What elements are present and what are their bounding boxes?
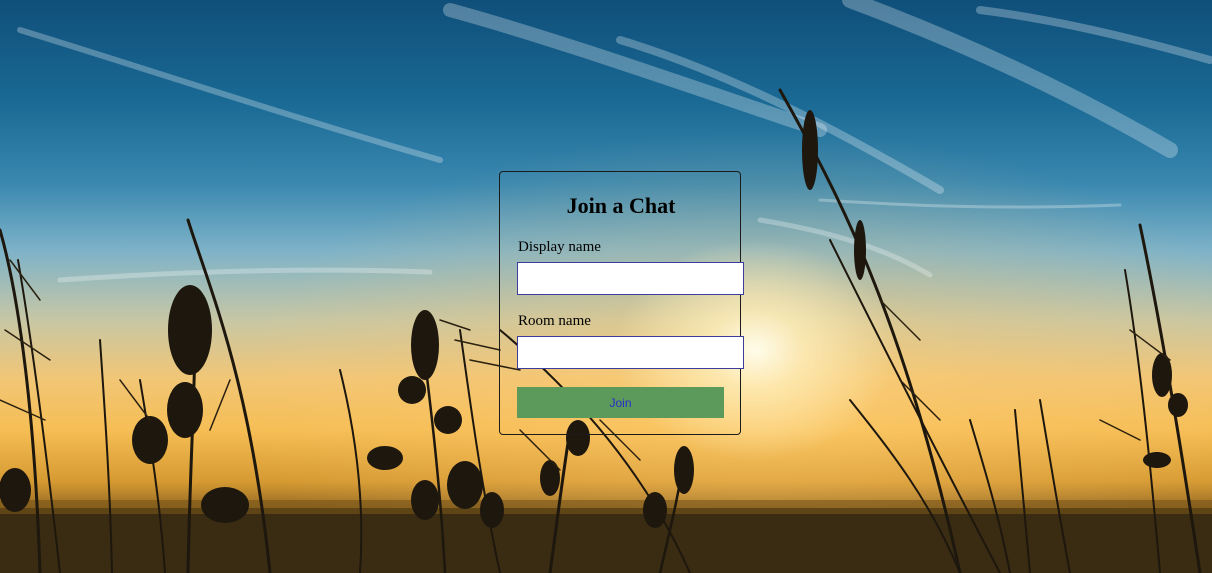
join-chat-form: Join a Chat Display name Room name Join (499, 171, 744, 435)
join-button[interactable]: Join (517, 387, 724, 418)
field-horizon (0, 500, 1212, 573)
display-name-label: Display name (518, 239, 601, 255)
display-name-input[interactable] (517, 262, 744, 295)
room-name-label: Room name (518, 313, 591, 329)
form-title: Join a Chat (566, 193, 676, 218)
room-name-input[interactable] (517, 336, 744, 369)
